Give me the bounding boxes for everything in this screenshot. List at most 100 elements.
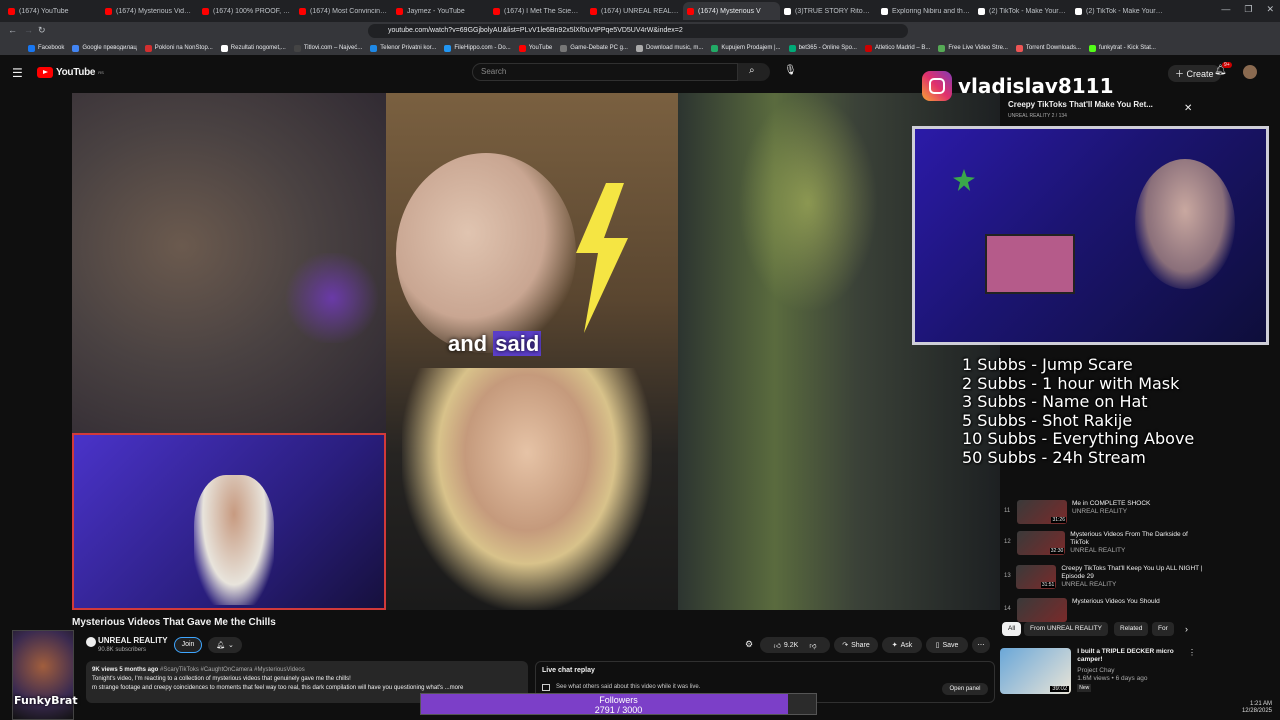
playlist-item[interactable]: 14 Mysterious Videos You Should (1004, 598, 1204, 624)
bookmark-label: Rezultati nogomet,... (230, 45, 286, 51)
playlist-thumbnail[interactable]: 31:51 (1015, 565, 1057, 589)
close-icon[interactable]: ✕ (1184, 103, 1192, 114)
open-panel-button[interactable]: Open panel (942, 683, 988, 695)
menu-icon[interactable]: ☰ (12, 66, 23, 80)
tab-favicon-icon (8, 7, 15, 15)
bookmark-label: Free Live Video Stre... (948, 45, 1008, 51)
bookmark-item[interactable]: Atletico Madrid – B... (864, 44, 930, 52)
forward-icon[interactable]: → (24, 25, 33, 35)
filter-chip[interactable]: For (1152, 622, 1174, 636)
bookmark-item[interactable]: Free Live Video Stre... (938, 44, 1008, 52)
browser-tab[interactable]: (1674) Mysterious Videos N (101, 2, 198, 20)
playlist-title[interactable]: Creepy TikToks That'll Make You Ret... (1008, 100, 1153, 109)
tab-title: (2) TikTok - Make Your Day (1086, 7, 1164, 15)
bookmark-favicon-icon (144, 44, 152, 52)
share-button[interactable]: ↷ Share (834, 637, 878, 653)
recommended-video[interactable]: 39:02 I built a TRIPLE DECKER micro camp… (1000, 648, 1196, 696)
recommended-channel[interactable]: Project Chay (1077, 667, 1182, 675)
create-button[interactable]: ＋ Create (1168, 65, 1221, 82)
bookmark-item[interactable]: Kupujem Prodajem |... (711, 44, 781, 52)
bookmark-item[interactable]: Titlovi.com – Najveć... (293, 44, 362, 52)
chevron-right-icon[interactable]: › (1185, 624, 1188, 634)
subscribed-bell-button[interactable]: 🔔︎ ⌄ (208, 637, 242, 653)
like-dislike-button[interactable]: 👍︎ 9.2K 👎︎ (760, 637, 830, 653)
tab-title: (1674) 100% PROOF, PARA (213, 7, 291, 15)
hashtags[interactable]: #ScaryTikToks #CaughtOnCamera #Mysteriou… (158, 667, 305, 673)
bookmark-item[interactable]: FileHippo.com - Do... (444, 44, 511, 52)
gear-icon[interactable]: ⚙ (745, 639, 753, 650)
bookmark-item[interactable]: Google преводилац (72, 44, 137, 52)
browser-tab[interactable]: (2) TikTok - Make Your Day (1071, 2, 1168, 20)
tab-title: Jaymez - YouTube (407, 7, 465, 15)
close-icon[interactable]: ✕ (1266, 4, 1274, 15)
bookmark-item[interactable]: Rezultati nogomet,... (220, 44, 286, 52)
bookmark-item[interactable]: Game-Debate PC g... (560, 44, 628, 52)
channel-avatar[interactable] (86, 637, 96, 647)
webcam-streamer-face (1135, 159, 1235, 289)
tab-title: Exploring Nibiru and the N (892, 7, 970, 15)
bookmark-item[interactable]: Facebook (28, 44, 64, 52)
bookmark-item[interactable]: Torrent Downloads... (1015, 44, 1081, 52)
more-actions-button[interactable]: ⋯ (972, 637, 990, 653)
chevron-down-icon: ⌄ (228, 642, 234, 649)
followers-goal-text: Followers 2791 / 3000 (594, 695, 643, 715)
dislike-icon[interactable]: 👎︎ (809, 641, 816, 650)
tab-title: (1674) Mysterious Videos N (116, 7, 194, 15)
playlist-thumbnail[interactable]: 31:26 (1017, 500, 1067, 524)
minimize-icon[interactable]: — (1221, 4, 1230, 15)
new-badge: New (1077, 684, 1092, 692)
maximize-icon[interactable]: ❐ (1244, 4, 1252, 15)
playlist-item[interactable]: 11 31:26 Me in COMPLETE SHOCK UNREAL REALIT… (1004, 500, 1204, 526)
like-icon[interactable]: 👍︎ (774, 641, 781, 650)
youtube-logo-text: YouTube (56, 67, 96, 78)
browser-tab[interactable]: (2) TikTok - Make Your Day (974, 2, 1071, 20)
duration-badge: 31:26 (1051, 517, 1066, 523)
bookmark-favicon-icon (370, 44, 378, 52)
browser-tab[interactable]: (1674) UNREAL REALITY - Y (586, 2, 683, 20)
playlist-index: 14 (1004, 606, 1011, 612)
playlist-thumbnail[interactable] (1017, 598, 1067, 622)
browser-tab[interactable]: Jaymez - YouTube (392, 2, 489, 20)
bookmark-item[interactable]: bet365 - Online Spo... (788, 44, 857, 52)
webcam-monitor (985, 234, 1075, 294)
bookmark-item[interactable]: funkytrat - Kick Stat... (1088, 44, 1156, 52)
browser-tab[interactable]: (1674) YouTube (4, 2, 101, 20)
playlist-item-text: Mysterious Videos From The Darkside of T… (1070, 531, 1204, 557)
mic-icon[interactable]: 🎙︎ (784, 65, 797, 76)
filter-chip[interactable]: From UNREAL REALITY (1024, 622, 1108, 636)
save-button[interactable]: ▯ Save (926, 637, 968, 653)
tab-favicon-icon (687, 7, 694, 15)
youtube-logo[interactable]: YouTube RS (37, 67, 104, 78)
join-button[interactable]: Join (174, 637, 202, 653)
playlist-item[interactable]: 13 31:51 Creepy TikToks That'll Keep You U… (1004, 565, 1204, 591)
bookmark-label: funkytrat - Kick Stat... (1098, 45, 1156, 51)
playlist-item[interactable]: 12 32:30 Mysterious Videos From The Darksi… (1004, 531, 1204, 557)
bookmark-item[interactable]: Download music, m... (635, 44, 703, 52)
back-icon[interactable]: ← (8, 25, 17, 35)
more-vert-icon[interactable]: ⋮ (1188, 648, 1196, 696)
ask-button[interactable]: ✦ Ask (882, 637, 922, 653)
bookmark-item[interactable]: Telenor Privatni kor... (370, 44, 436, 52)
playlist-thumbnail[interactable]: 32:30 (1016, 531, 1066, 555)
filter-chip[interactable]: All (1002, 622, 1022, 636)
browser-tab[interactable]: (1674) Mysterious V (683, 2, 780, 20)
browser-tab[interactable]: (1674) Most Convincing Evi (295, 2, 392, 20)
url-input[interactable]: youtube.com/watch?v=69GGjbolyAU&list=PLv… (368, 24, 908, 38)
bookmark-item[interactable]: Pokloni na NonStop... (144, 44, 213, 52)
search-button[interactable]: ⌕ (738, 63, 770, 81)
filter-chip[interactable]: Related (1114, 622, 1149, 636)
browser-tab[interactable]: (1674) 100% PROOF, PARA (198, 2, 295, 20)
browser-tab[interactable]: (1674) I Met The Scientist T (489, 2, 586, 20)
browser-tab[interactable]: (3)TRUE STORY Ritoseo (780, 2, 877, 20)
bookmark-favicon-icon (711, 44, 719, 52)
search-input[interactable]: Search (472, 63, 738, 81)
recommended-title[interactable]: I built a TRIPLE DECKER micro camper! (1077, 648, 1182, 664)
bookmark-item[interactable]: YouTube (518, 44, 552, 52)
view-stats: 9K views 5 months ago (92, 667, 159, 673)
video-player[interactable]: and said (72, 93, 1000, 610)
channel-name[interactable]: UNREAL REALITY (98, 636, 168, 645)
avatar[interactable] (1243, 65, 1257, 79)
browser-tab[interactable]: Exploring Nibiru and the N (877, 2, 974, 20)
recommended-thumbnail[interactable]: 39:02 (1000, 648, 1072, 694)
reload-icon[interactable]: ↻ (38, 25, 46, 36)
